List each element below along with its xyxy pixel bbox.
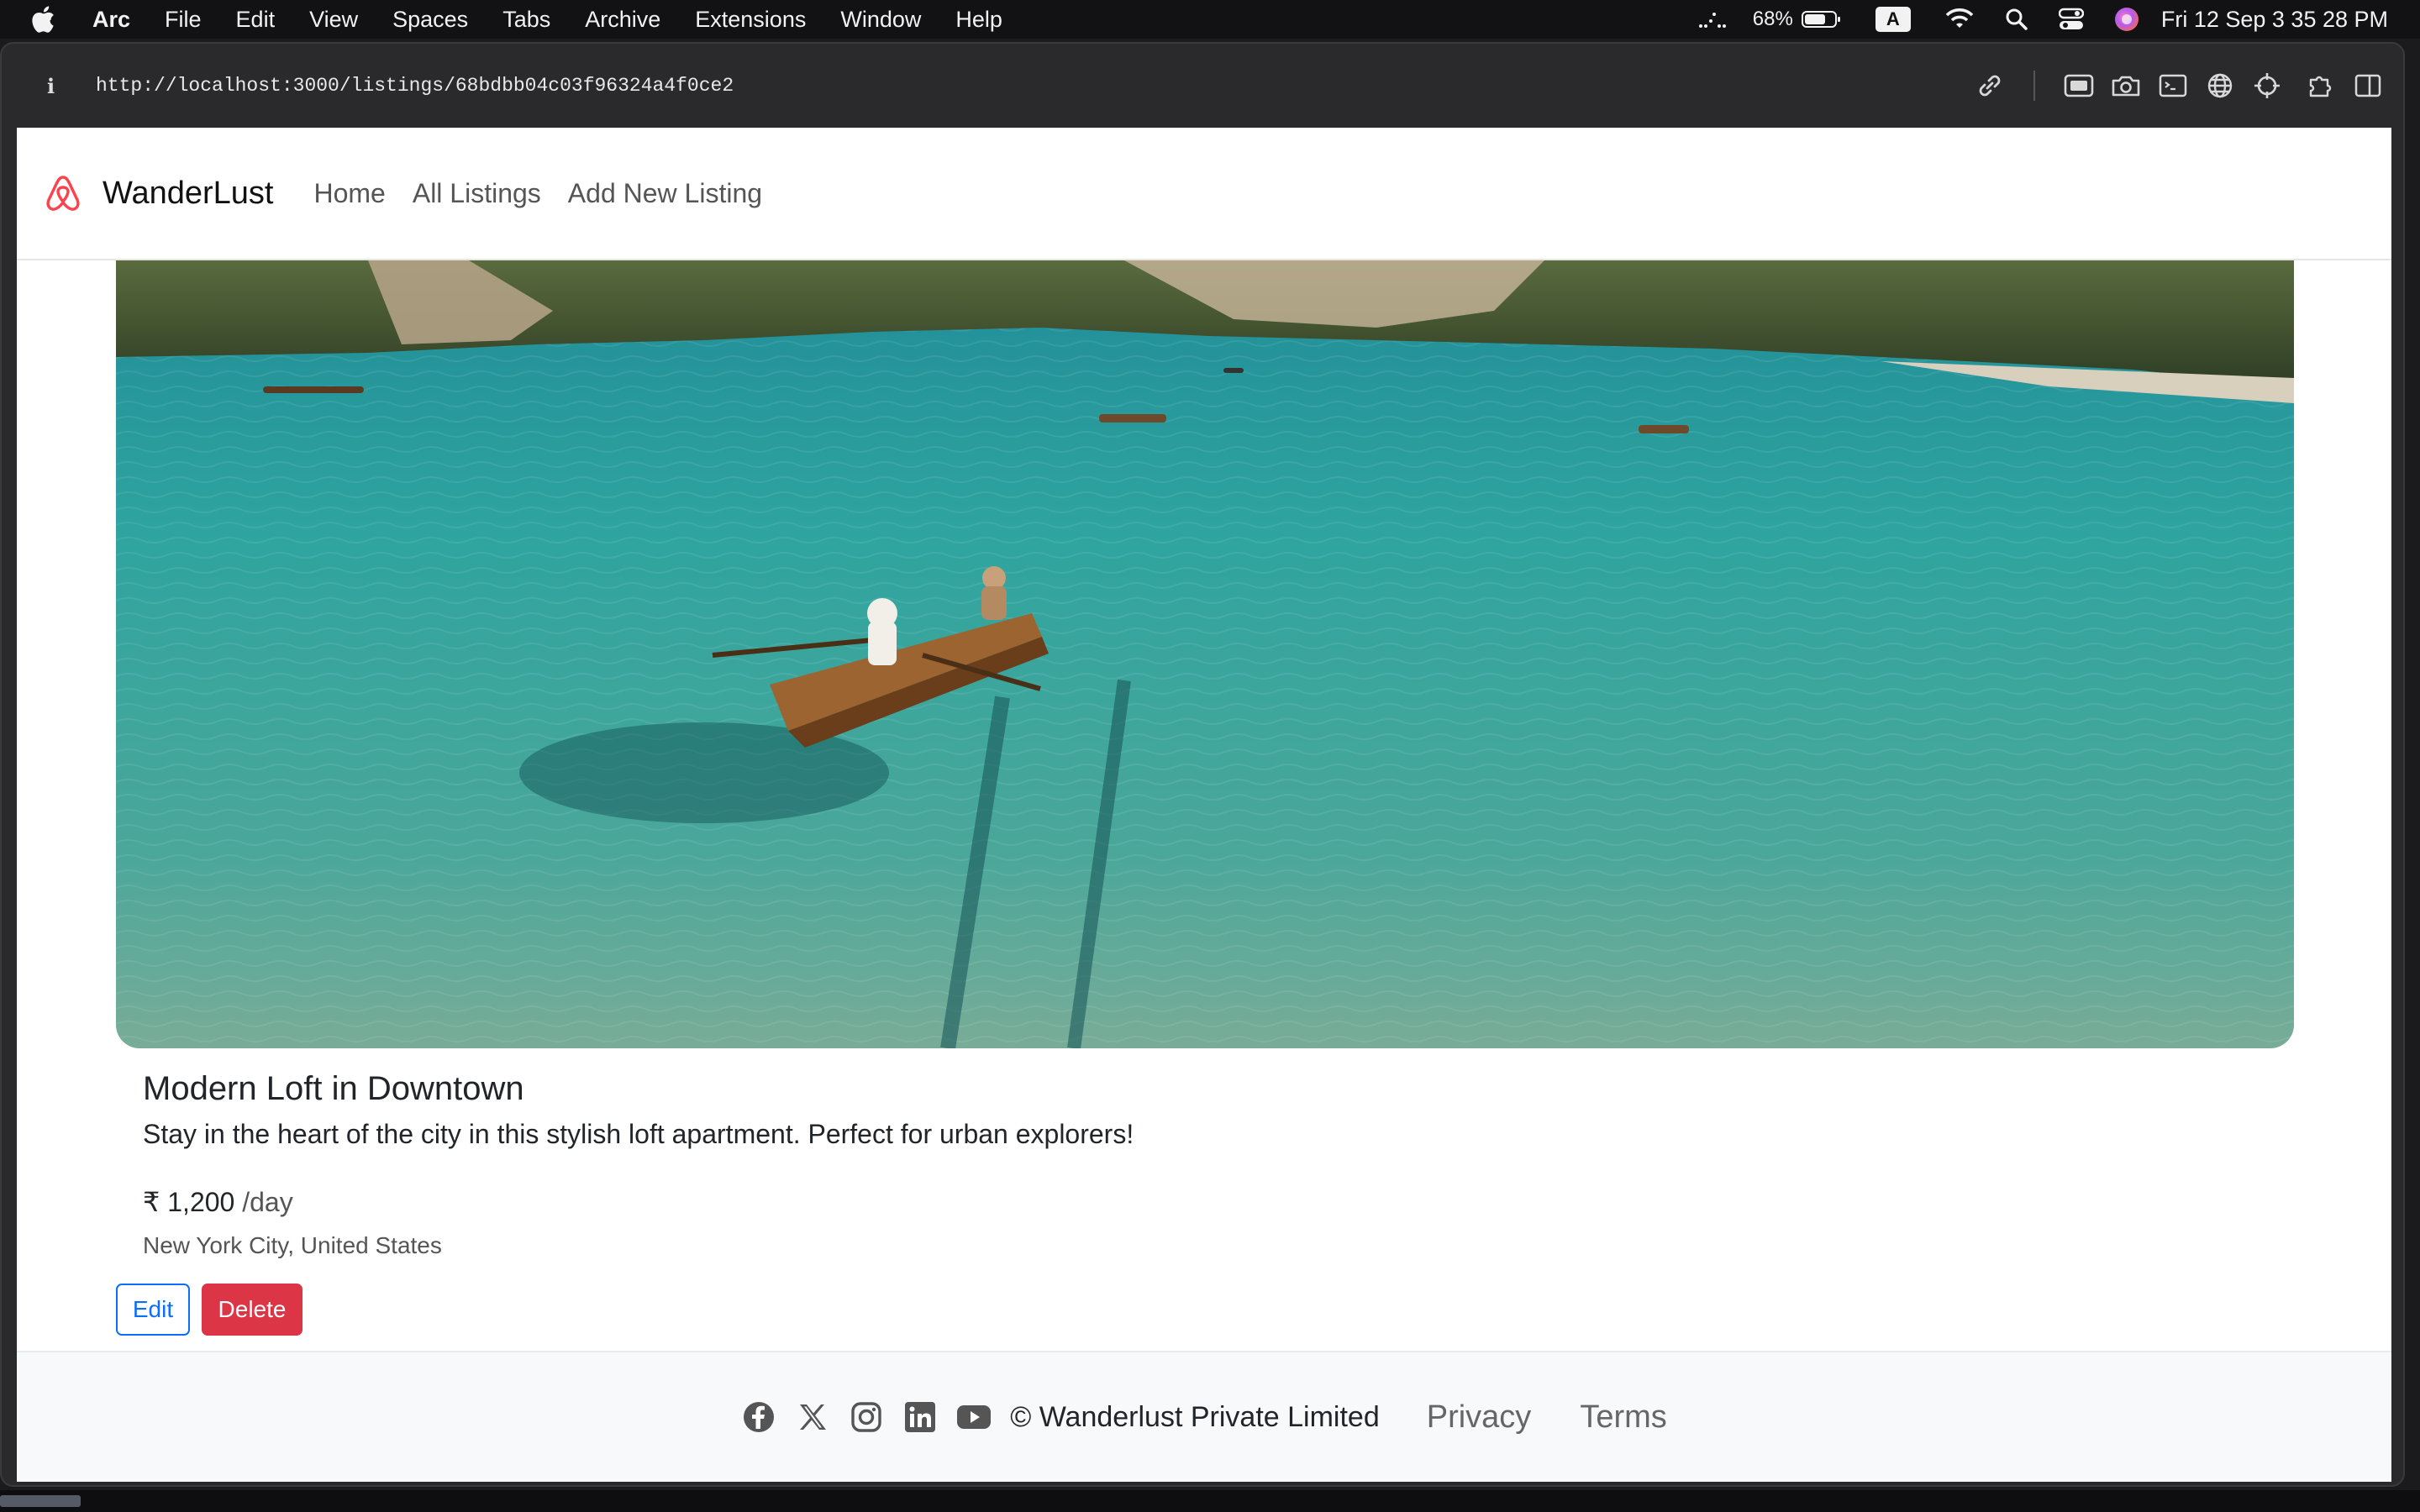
- nav-link-add-new-listing[interactable]: Add New Listing: [568, 178, 762, 209]
- site-navbar: WanderLust Home All Listings Add New Lis…: [17, 128, 2391, 260]
- copy-link-icon[interactable]: [1966, 62, 2013, 109]
- browser-window: i http://localhost:3000/listings/68bdbb0…: [0, 42, 2405, 1487]
- navbar-brand[interactable]: WanderLust: [103, 176, 273, 212]
- battery-icon[interactable]: [1801, 9, 1842, 29]
- instagram-icon[interactable]: [849, 1399, 884, 1435]
- camera-icon[interactable]: [2102, 62, 2149, 109]
- siri-icon[interactable]: [2114, 7, 2139, 32]
- address-bar: i http://localhost:3000/listings/68bdbb0…: [17, 44, 2391, 128]
- url-text[interactable]: http://localhost:3000/listings/68bdbb04c…: [96, 75, 734, 97]
- spotlight-search-icon[interactable]: [2005, 8, 2028, 31]
- price-unit: /day: [242, 1187, 293, 1217]
- facebook-icon[interactable]: [741, 1399, 776, 1435]
- menu-file[interactable]: File: [165, 7, 202, 33]
- price-amount: ₹ 1,200: [143, 1187, 235, 1217]
- edit-button[interactable]: Edit: [116, 1284, 190, 1336]
- web-page: WanderLust Home All Listings Add New Lis…: [17, 128, 2391, 1482]
- macos-menu-bar: Arc File Edit View Spaces Tabs Archive E…: [0, 0, 2420, 39]
- developer-mode-icon[interactable]: [2149, 62, 2196, 109]
- listing-image: [116, 260, 2294, 1048]
- activity-dots-icon[interactable]: [1697, 9, 1728, 29]
- nav-link-home[interactable]: Home: [313, 178, 385, 209]
- menu-view[interactable]: View: [309, 7, 358, 33]
- dock-item: [0, 1495, 81, 1507]
- social-links: [741, 1399, 992, 1435]
- wifi-icon[interactable]: [1944, 8, 1975, 31]
- listing-location: New York City, United States: [143, 1232, 442, 1258]
- menu-tabs[interactable]: Tabs: [502, 7, 550, 33]
- listing-description: Stay in the heart of the city in this st…: [143, 1119, 1134, 1149]
- browser-toolbar: [1966, 44, 2391, 128]
- desktop-bottom-edge: [0, 1490, 2420, 1512]
- apple-logo-icon[interactable]: [30, 5, 64, 34]
- site-info-icon[interactable]: i: [47, 74, 81, 98]
- airbnb-logo-icon[interactable]: [44, 174, 82, 213]
- listing-title: Modern Loft in Downtown: [143, 1070, 524, 1107]
- youtube-icon[interactable]: [956, 1399, 992, 1435]
- battery-percentage: 68%: [1752, 8, 1793, 30]
- linkedin-icon[interactable]: [902, 1399, 938, 1435]
- footer-terms-link[interactable]: Terms: [1580, 1399, 1666, 1436]
- footer-privacy-link[interactable]: Privacy: [1427, 1399, 1532, 1436]
- split-view-icon[interactable]: [2344, 62, 2391, 109]
- capture-icon[interactable]: [2055, 62, 2102, 109]
- menu-archive[interactable]: Archive: [585, 7, 660, 33]
- menu-bar-status-area: 68% A Fri 12 Sep 3 35 28 PM: [1672, 0, 2388, 39]
- crosshair-icon[interactable]: [2244, 62, 2291, 109]
- delete-button[interactable]: Delete: [202, 1284, 302, 1336]
- site-footer: © Wanderlust Private Limited Privacy Ter…: [17, 1351, 2391, 1482]
- menu-extensions[interactable]: Extensions: [695, 7, 806, 33]
- footer-copyright: © Wanderlust Private Limited: [1010, 1400, 1380, 1433]
- x-icon[interactable]: [795, 1399, 830, 1435]
- toolbar-divider: [2033, 71, 2035, 101]
- input-source-icon[interactable]: A: [1875, 7, 1911, 32]
- menu-help[interactable]: Help: [955, 7, 1002, 33]
- menu-bar-clock[interactable]: Fri 12 Sep 3 35 28 PM: [2161, 7, 2388, 33]
- menu-edit[interactable]: Edit: [236, 7, 276, 33]
- globe-icon[interactable]: [2196, 62, 2244, 109]
- extensions-icon[interactable]: [2297, 62, 2344, 109]
- toolbar-spacer: [2291, 71, 2297, 101]
- control-center-icon[interactable]: [2058, 8, 2084, 31]
- menu-window[interactable]: Window: [840, 7, 921, 33]
- menu-spaces[interactable]: Spaces: [392, 7, 468, 33]
- menu-app-name[interactable]: Arc: [92, 7, 130, 33]
- listing-price: ₹ 1,200 /day: [143, 1186, 293, 1218]
- nav-link-all-listings[interactable]: All Listings: [413, 178, 541, 209]
